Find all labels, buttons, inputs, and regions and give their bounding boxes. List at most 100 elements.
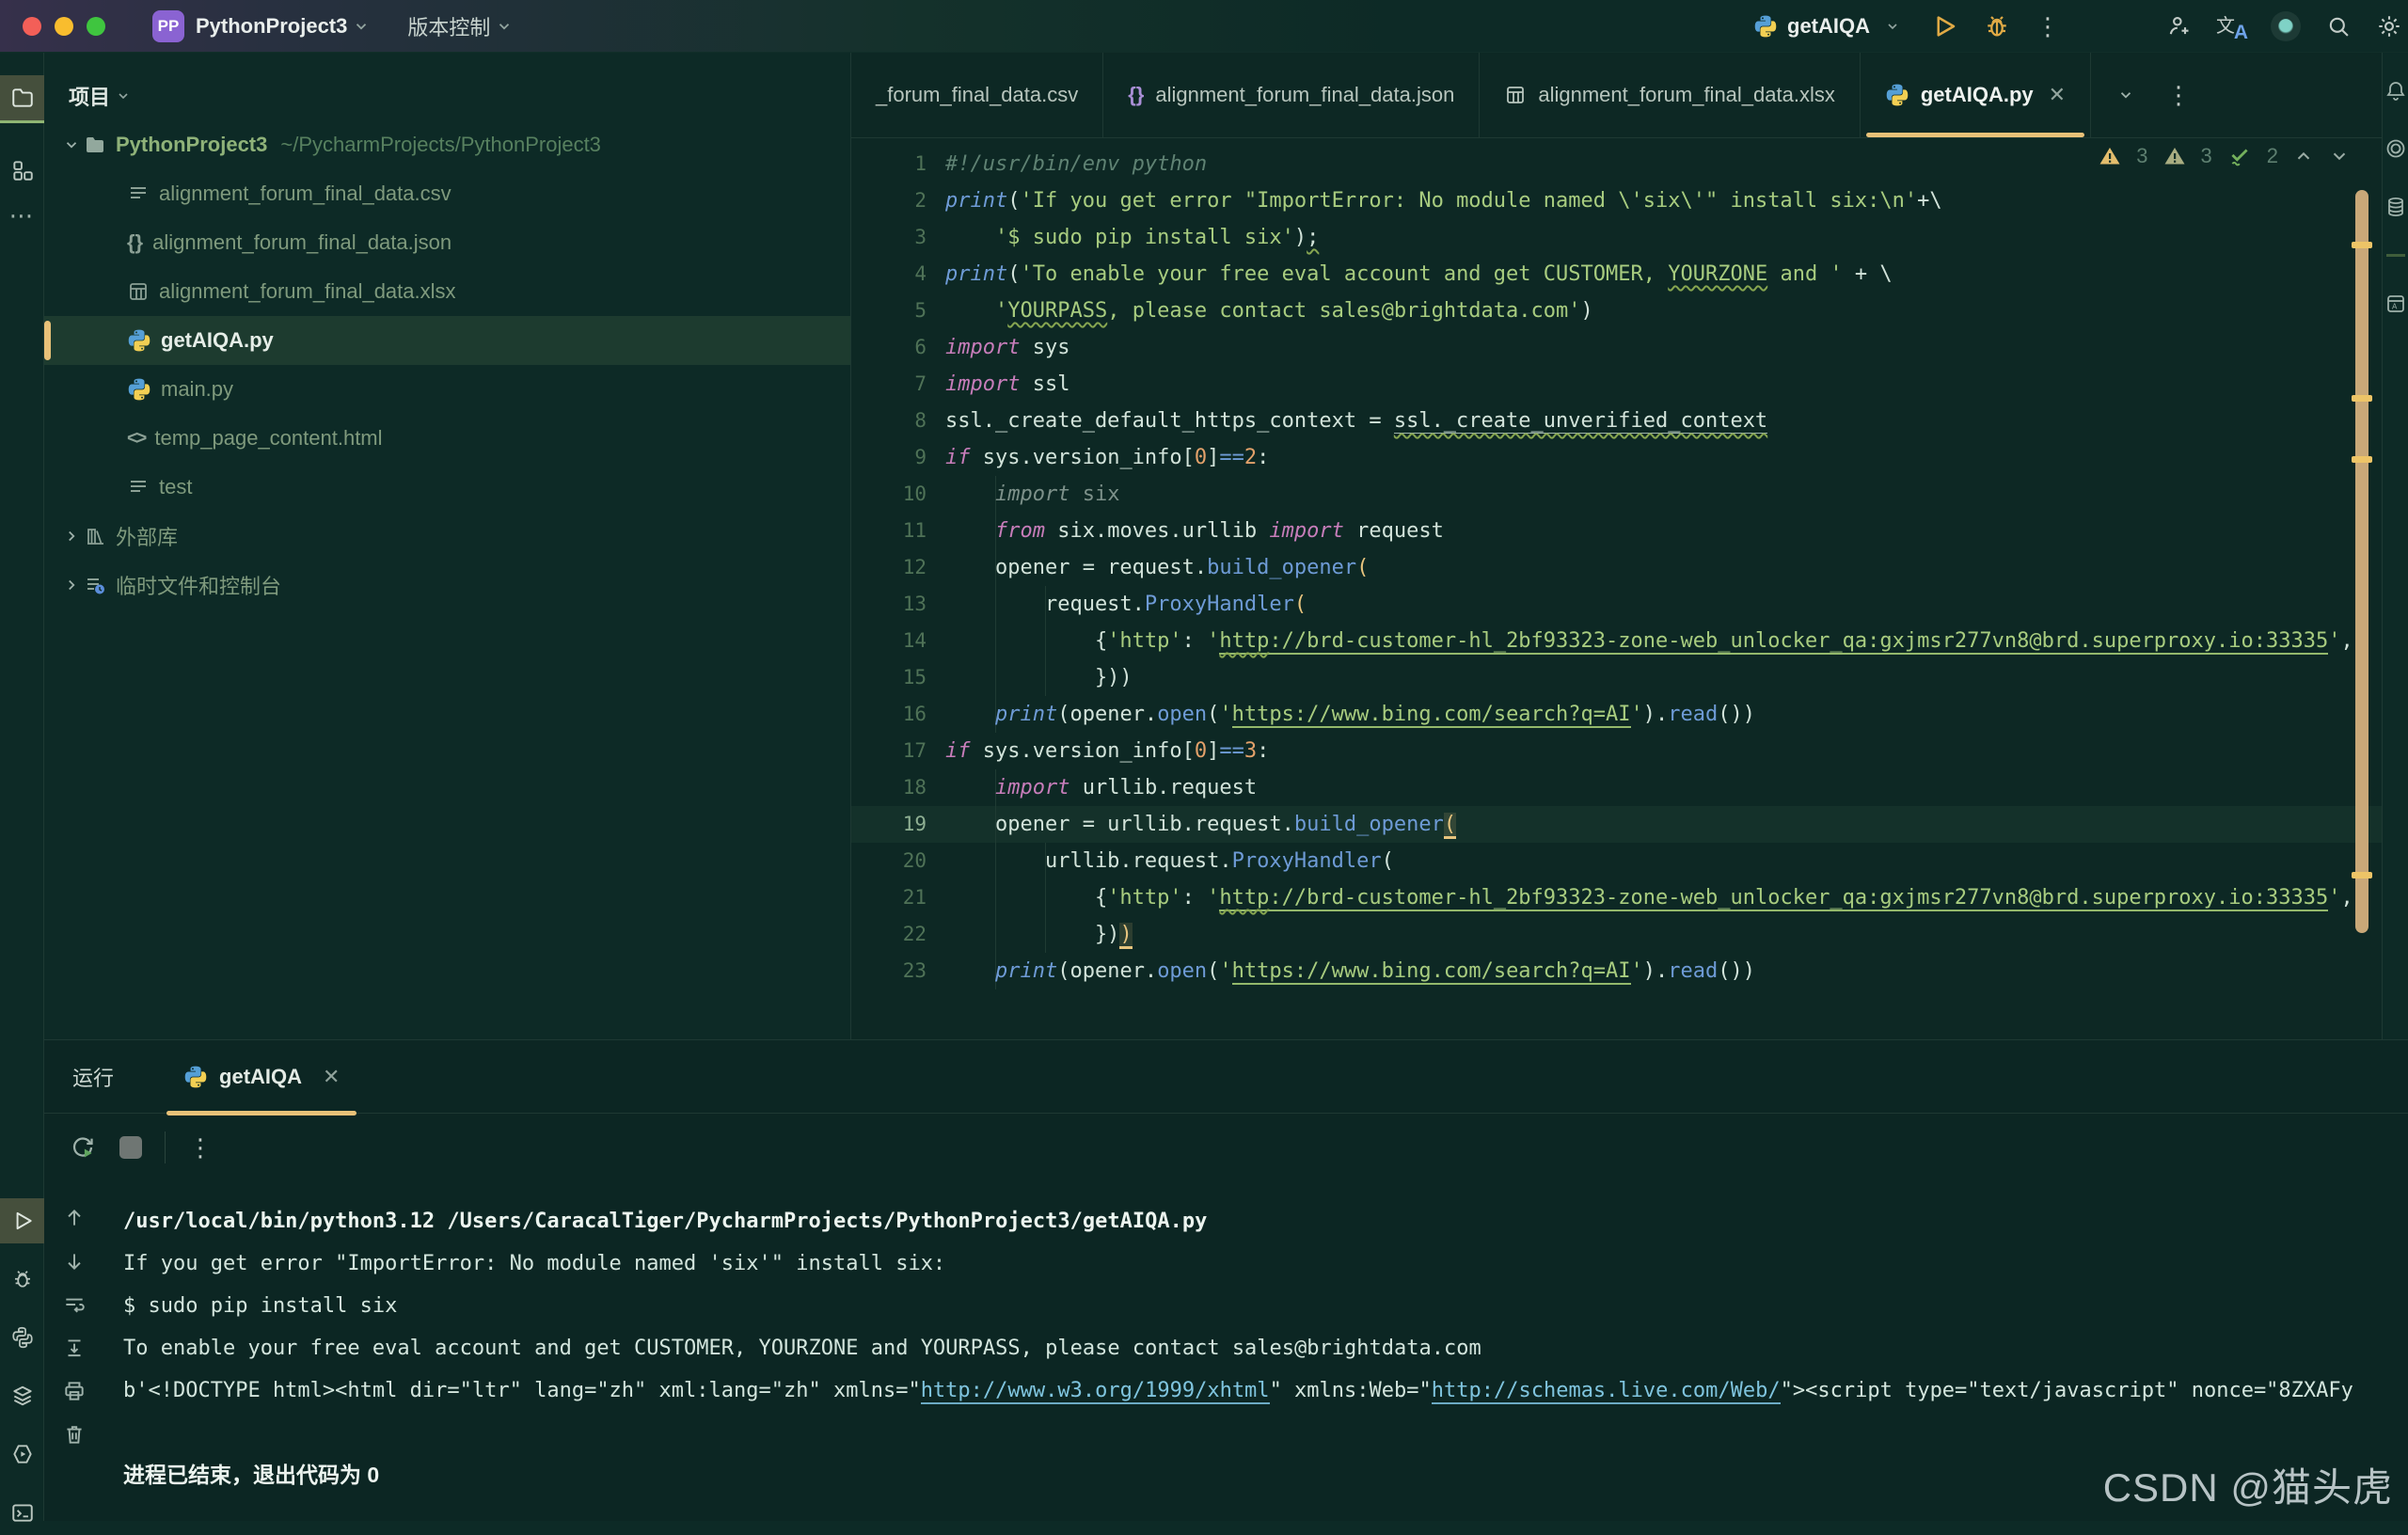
code-line-2: 2print('If you get error "ImportError: N…: [851, 182, 2382, 219]
dictionary-icon[interactable]: A: [2384, 293, 2407, 315]
ai-assistant-icon[interactable]: [2384, 137, 2407, 160]
tool-strip-divider: [2386, 254, 2405, 257]
code-editor[interactable]: 1#!/usr/bin/env python2print('If you get…: [851, 138, 2382, 1039]
tab-list-chevron-icon[interactable]: [2117, 87, 2134, 103]
scroll-to-end-icon[interactable]: [62, 1336, 87, 1360]
line-number: 4: [851, 256, 927, 293]
chevron-right-icon[interactable]: [59, 528, 84, 545]
warning-stripe-mark[interactable]: [2352, 242, 2372, 248]
notifications-bell-icon[interactable]: [2384, 79, 2407, 102]
code-with-me-icon[interactable]: [2165, 13, 2192, 40]
vcs-menu[interactable]: 版本控制: [407, 11, 490, 41]
console-link[interactable]: http://schemas.live.com/Web/: [1432, 1379, 1781, 1404]
tree-item-外部库[interactable]: 外部库: [44, 512, 850, 561]
active-tab-underline: [166, 1111, 356, 1116]
tab-options-button[interactable]: ⋮: [2166, 83, 2191, 107]
code-line-15: 15 })): [851, 659, 2382, 696]
console-gutter: [44, 1181, 104, 1520]
line-number: 1: [851, 146, 927, 182]
tree-item-alignment_forum_final_data.json[interactable]: {}alignment_forum_final_data.json: [44, 218, 850, 267]
tree-item-alignment_forum_final_data.xlsx[interactable]: alignment_forum_final_data.xlsx: [44, 267, 850, 316]
problems-tool-button[interactable]: [0, 1432, 44, 1477]
soft-wrap-icon[interactable]: [62, 1292, 87, 1317]
user-avatar[interactable]: [2271, 11, 2301, 41]
python-icon: [127, 377, 151, 402]
run-panel-title: 运行: [72, 1062, 114, 1092]
line-number: 18: [851, 769, 927, 806]
warning-stripe-mark[interactable]: [2352, 456, 2372, 463]
project-tool-button[interactable]: [0, 75, 44, 120]
python-icon: [1753, 14, 1778, 39]
editor-scrollbar[interactable]: [2355, 190, 2368, 933]
run-tab-getaiqa[interactable]: getAIQA ✕: [166, 1040, 356, 1114]
debug-button[interactable]: [1983, 12, 2011, 40]
run-configuration-selector[interactable]: getAIQA: [1753, 14, 1906, 39]
line-number: 16: [851, 696, 927, 733]
close-window-button[interactable]: [23, 17, 41, 36]
tree-item-getAIQA.py[interactable]: getAIQA.py: [44, 316, 850, 365]
translate-icon[interactable]: 文A: [2216, 12, 2246, 40]
chevron-down-icon[interactable]: [59, 136, 84, 153]
tree-item-main.py[interactable]: main.py: [44, 365, 850, 414]
structure-tool-button[interactable]: [0, 148, 44, 193]
search-everywhere-icon[interactable]: [2325, 13, 2352, 40]
code-line-4: 4print('To enable your free eval account…: [851, 256, 2382, 293]
chevron-right-icon[interactable]: [59, 577, 84, 593]
close-icon[interactable]: ✕: [323, 1065, 340, 1089]
clear-console-trash-icon[interactable]: [62, 1422, 87, 1447]
tree-item-temp_page_content.html[interactable]: <>temp_page_content.html: [44, 414, 850, 463]
code-text: if sys.version_info[0]==3:: [927, 733, 2382, 769]
code-line-9: 9if sys.version_info[0]==2:: [851, 439, 2382, 476]
more-actions-button[interactable]: ⋮: [2036, 14, 2060, 39]
warning-stripe-mark[interactable]: [2352, 872, 2372, 878]
editor-tab-alignment_forum_final_data.xlsx[interactable]: alignment_forum_final_data.xlsx: [1480, 53, 1861, 137]
tree-item-test[interactable]: test: [44, 463, 850, 512]
code-text: opener = urllib.request.build_opener(: [927, 806, 2382, 843]
run-tab-label: getAIQA: [219, 1065, 302, 1089]
more-tool-windows-button[interactable]: ⋯: [0, 193, 44, 238]
minimize-window-button[interactable]: [55, 17, 73, 36]
warning-stripe-mark[interactable]: [2352, 395, 2372, 402]
editor-tab-getAIQA.py[interactable]: getAIQA.py✕: [1861, 53, 2091, 137]
tab-label: _forum_final_data.csv: [876, 83, 1078, 107]
close-tab-icon[interactable]: ✕: [2049, 83, 2066, 107]
database-icon[interactable]: [2384, 196, 2407, 218]
tree-item-PythonProject3[interactable]: PythonProject3~/PycharmProjects/PythonPr…: [44, 120, 850, 169]
run-tool-button[interactable]: [0, 1198, 44, 1243]
rerun-button[interactable]: [69, 1133, 97, 1162]
console-output[interactable]: /usr/local/bin/python3.12 /Users/Caracal…: [104, 1181, 2408, 1520]
tree-item-临时文件和控制台[interactable]: 临时文件和控制台: [44, 561, 850, 609]
console-link[interactable]: http://www.w3.org/1999/xhtml: [921, 1379, 1270, 1404]
print-icon[interactable]: [62, 1379, 87, 1403]
chevron-down-icon: [1885, 19, 1900, 34]
terminal-tool-button[interactable]: [0, 1490, 44, 1535]
editor-tab-_forum_final_data.csv[interactable]: _forum_final_data.csv: [851, 53, 1103, 137]
settings-gear-icon[interactable]: [2376, 13, 2402, 40]
warning-icon: [2099, 145, 2121, 167]
run-toolbar: ⋮: [44, 1114, 2408, 1181]
code-line-14: 14 {'http': 'http://brd-customer-hl_2bf9…: [851, 623, 2382, 659]
stop-button[interactable]: [119, 1136, 142, 1159]
run-more-options-button[interactable]: ⋮: [188, 1135, 213, 1160]
code-lines: 1#!/usr/bin/env python2print('If you get…: [851, 146, 2382, 989]
line-number: 2: [851, 182, 927, 219]
editor-tab-alignment_forum_final_data.json[interactable]: {}alignment_forum_final_data.json: [1103, 53, 1480, 137]
inspections-widget[interactable]: 3 3 2: [2099, 144, 2350, 168]
zoom-window-button[interactable]: [87, 17, 105, 36]
run-button[interactable]: [1930, 12, 1958, 40]
next-problem-button[interactable]: [2329, 146, 2350, 166]
prev-problem-button[interactable]: [2293, 146, 2314, 166]
project-selector[interactable]: PythonProject3: [196, 14, 347, 39]
tree-item-alignment_forum_final_data.csv[interactable]: alignment_forum_final_data.csv: [44, 169, 850, 218]
python-console-button[interactable]: [0, 1315, 44, 1360]
code-text: print('If you get error "ImportError: No…: [927, 182, 2382, 219]
code-text: print(opener.open('https://www.bing.com/…: [927, 953, 2382, 989]
toolbar-divider: [165, 1131, 166, 1163]
debug-tool-button[interactable]: [0, 1257, 44, 1302]
editor-tab-bar: _forum_final_data.csv {}alignment_forum_f…: [851, 53, 2382, 138]
active-tab-underline: [1866, 133, 2084, 137]
services-tool-button[interactable]: [0, 1373, 44, 1418]
scroll-down-icon[interactable]: [62, 1249, 87, 1274]
project-panel-header[interactable]: 项目: [44, 53, 850, 120]
scroll-up-icon[interactable]: [62, 1206, 87, 1230]
